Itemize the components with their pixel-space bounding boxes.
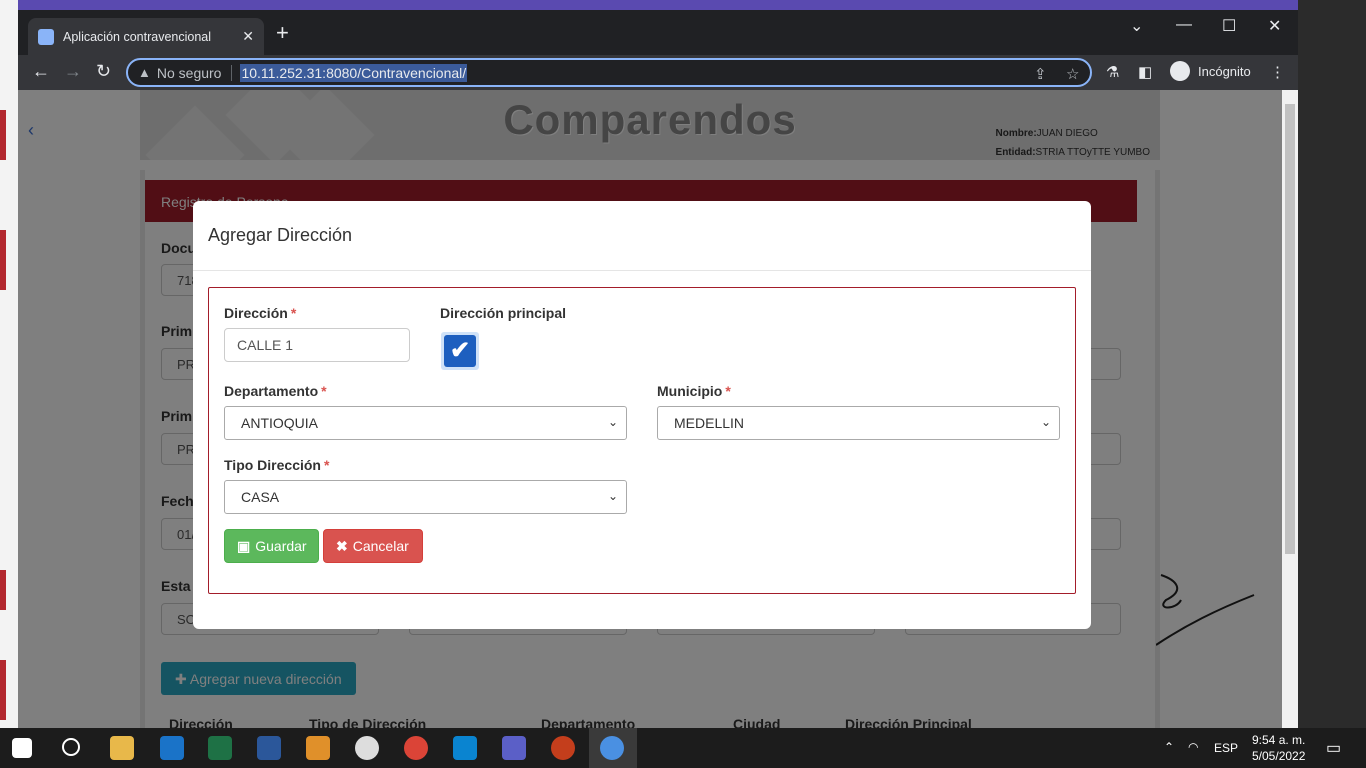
departamento-select[interactable]: ANTIOQUIA ⌄	[224, 406, 627, 440]
background-accent	[0, 570, 6, 610]
background-accent	[0, 110, 6, 160]
principal-checkbox[interactable]: ✔	[441, 332, 479, 370]
forward-button[interactable]: →	[64, 61, 82, 82]
departamento-label-text: Departamento	[224, 383, 319, 399]
tab-active[interactable]: Aplicación contravencional ✕	[28, 18, 264, 55]
new-tab-button[interactable]: +	[276, 22, 289, 44]
excel-icon[interactable]	[208, 736, 232, 760]
required-mark: *	[323, 457, 330, 473]
incognito-label: Incógnito	[1198, 63, 1251, 79]
departamento-label: Departamento *	[224, 383, 327, 399]
save-label: Guardar	[255, 538, 307, 554]
chevron-down-icon: ⌄	[1040, 415, 1051, 429]
page-favicon-icon	[38, 28, 54, 45]
tab-bar: Aplicación contravencional ✕ + ⌄ — ☐ ✕	[18, 10, 1298, 55]
chevron-down-icon: ⌄	[607, 489, 618, 503]
address-bar[interactable]: ▲ No seguro 10.11.252.31:8080/Contravenc…	[126, 58, 1092, 87]
show-hidden-icons-chevron-icon[interactable]: ⌃	[1164, 740, 1174, 754]
municipio-value: MEDELLIN	[674, 415, 745, 431]
teams-icon[interactable]	[502, 736, 526, 760]
clock-date: 5/05/2022	[1252, 749, 1306, 763]
incognito-icon	[1170, 61, 1190, 81]
search-icon[interactable]	[62, 738, 80, 756]
notifications-icon[interactable]: ▭	[1326, 738, 1341, 758]
outlook-icon[interactable]	[160, 736, 184, 760]
required-mark: *	[725, 383, 731, 399]
file-explorer-icon[interactable]	[110, 736, 134, 760]
background-accent	[0, 230, 6, 290]
powerpoint-icon[interactable]	[551, 736, 575, 760]
signature-graphic	[1156, 574, 1255, 646]
background-window-right	[1298, 0, 1366, 728]
tab-close-icon[interactable]: ✕	[242, 28, 254, 45]
bookmark-star-icon[interactable]: ☆	[1066, 65, 1079, 83]
tab-title: Aplicación contravencional	[63, 29, 212, 44]
desktop-background	[0, 0, 1366, 10]
required-mark: *	[321, 383, 327, 399]
word-icon[interactable]	[257, 736, 281, 760]
back-button[interactable]: ←	[32, 61, 50, 82]
maximize-button[interactable]: ☐	[1222, 16, 1236, 36]
browser-toolbar: ← → ↻ ▲ No seguro 10.11.252.31:8080/Cont…	[18, 55, 1298, 90]
share-icon[interactable]: ⇪	[1034, 65, 1047, 83]
save-button[interactable]: ▣ Guardar	[224, 529, 319, 563]
scrollbar-thumb[interactable]	[1285, 104, 1295, 554]
tipo-select[interactable]: CASA ⌄	[224, 480, 627, 514]
direccion-label: Dirección *	[224, 305, 296, 321]
taskbar: ⌃ ◠ ESP 9:54 a. m. 5/05/2022 ▭	[0, 728, 1366, 768]
cancel-label: Cancelar	[352, 538, 409, 554]
page-scrollbar[interactable]	[1282, 90, 1298, 728]
modal-title: Agregar Dirección	[193, 201, 1091, 271]
municipio-label: Municipio *	[657, 383, 731, 399]
language-indicator[interactable]: ESP	[1214, 741, 1238, 755]
warning-icon: ▲	[138, 65, 151, 80]
windows-start-icon[interactable]	[12, 738, 32, 758]
direccion-label-text: Dirección	[224, 305, 288, 321]
tipo-label-text: Tipo Dirección	[224, 457, 321, 473]
network-icon[interactable]: ◠	[1188, 740, 1198, 754]
security-indicator[interactable]: No seguro	[157, 64, 233, 81]
tipo-label: Tipo Dirección *	[224, 457, 329, 473]
url-text[interactable]: 10.11.252.31:8080/Contravencional/	[240, 63, 468, 82]
menu-kebab-icon[interactable]: ⋮	[1270, 63, 1285, 81]
principal-label: Dirección principal	[440, 305, 567, 321]
clock[interactable]: 9:54 a. m. 5/05/2022	[1252, 732, 1305, 764]
vscode-icon[interactable]	[453, 736, 477, 760]
checkmark-icon: ✔	[444, 335, 476, 367]
chrome-icon[interactable]	[404, 736, 428, 760]
background-accent	[0, 660, 6, 720]
modal-form-box: Dirección * CALLE 1 Dirección principal ✔…	[208, 287, 1076, 594]
floppy-disk-icon: ▣	[237, 537, 251, 554]
close-icon: ✖	[336, 537, 348, 554]
side-panel-icon[interactable]: ◧	[1138, 63, 1152, 81]
add-address-modal: Agregar Dirección Dirección * CALLE 1 Dir…	[193, 201, 1091, 629]
municipio-select[interactable]: MEDELLIN ⌄	[657, 406, 1060, 440]
reload-button[interactable]: ↻	[96, 61, 111, 82]
cancel-button[interactable]: ✖ Cancelar	[323, 529, 423, 563]
browser-window: Aplicación contravencional ✕ + ⌄ — ☐ ✕ ←…	[18, 10, 1298, 728]
direccion-input[interactable]: CALLE 1	[224, 328, 410, 362]
municipio-label-text: Municipio	[657, 383, 723, 399]
close-window-button[interactable]: ✕	[1268, 16, 1281, 36]
labs-flask-icon[interactable]: ⚗	[1106, 63, 1119, 81]
tipo-value: CASA	[241, 489, 280, 505]
clock-time: 9:54 a. m.	[1252, 733, 1306, 747]
sublime-text-icon[interactable]	[306, 736, 330, 760]
background-window-left	[0, 0, 18, 728]
tab-search-chevron-icon[interactable]: ⌄	[1130, 16, 1143, 36]
app-icon[interactable]	[355, 736, 379, 760]
chrome-incognito-icon[interactable]	[600, 736, 624, 760]
required-mark: *	[290, 305, 297, 321]
incognito-indicator[interactable]: Incógnito	[1170, 61, 1251, 81]
minimize-button[interactable]: —	[1176, 16, 1192, 34]
chevron-down-icon: ⌄	[607, 415, 618, 429]
departamento-value: ANTIOQUIA	[241, 415, 319, 431]
